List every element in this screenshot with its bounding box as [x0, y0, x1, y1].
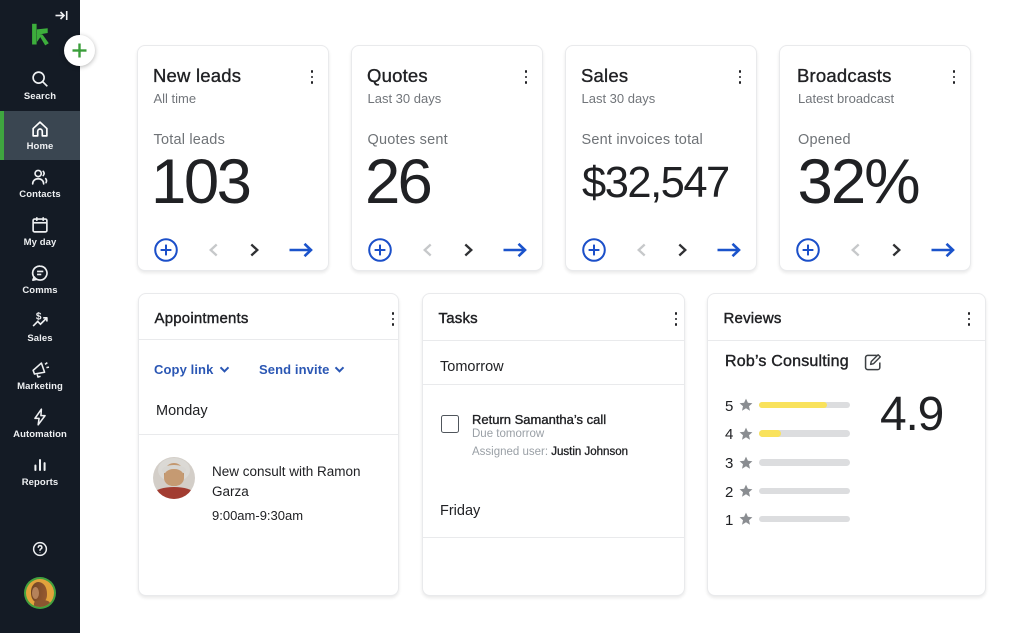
svg-text:$: $ [36, 312, 42, 323]
